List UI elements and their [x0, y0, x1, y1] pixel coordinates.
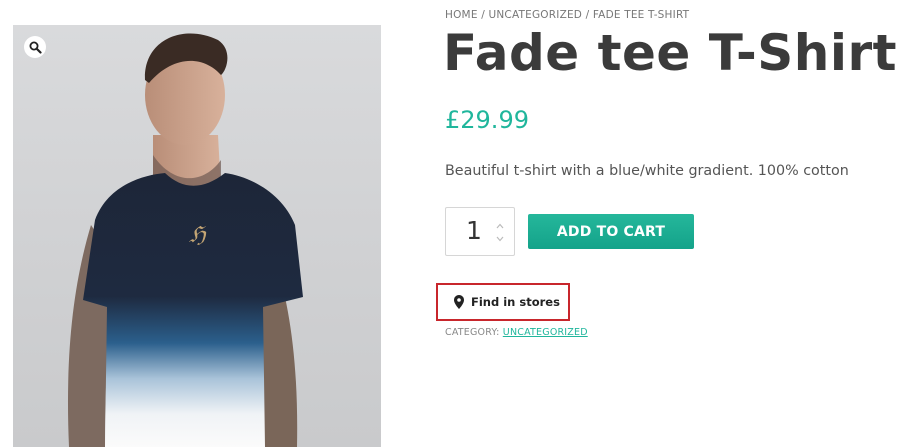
quantity-value[interactable]: 1: [466, 216, 482, 245]
magnifier-icon: [29, 41, 42, 54]
map-pin-icon: [454, 295, 464, 309]
product-title: Fade tee T-Shirt: [443, 24, 898, 82]
find-in-stores-button[interactable]: Find in stores: [436, 283, 570, 321]
product-image[interactable]: ℌ: [13, 25, 381, 447]
product-photo: ℌ: [67, 33, 303, 447]
zoom-button[interactable]: [24, 36, 46, 58]
product-description: Beautiful t-shirt with a blue/white grad…: [445, 163, 849, 179]
breadcrumb-current: Fade tee T-Shirt: [592, 9, 690, 21]
category-label: CATEGORY:: [445, 327, 503, 338]
quantity-stepper[interactable]: 1: [445, 207, 515, 256]
category-link[interactable]: UNCATEGORIZED: [503, 327, 588, 338]
chevron-down-icon[interactable]: [495, 234, 505, 244]
find-in-stores-label: Find in stores: [471, 295, 560, 309]
breadcrumb-separator: /: [477, 9, 489, 21]
product-price: £29.99: [445, 106, 529, 134]
chevron-up-icon[interactable]: [495, 221, 505, 231]
breadcrumb: Home / Uncategorized / Fade tee T-Shirt: [445, 9, 689, 21]
breadcrumb-separator: /: [582, 9, 593, 21]
breadcrumb-home-link[interactable]: Home: [445, 9, 478, 21]
breadcrumb-category-link[interactable]: Uncategorized: [488, 9, 582, 21]
add-to-cart-button[interactable]: ADD TO CART: [528, 214, 694, 249]
product-category: CATEGORY: UNCATEGORIZED: [445, 327, 588, 338]
svg-text:ℌ: ℌ: [189, 223, 207, 248]
